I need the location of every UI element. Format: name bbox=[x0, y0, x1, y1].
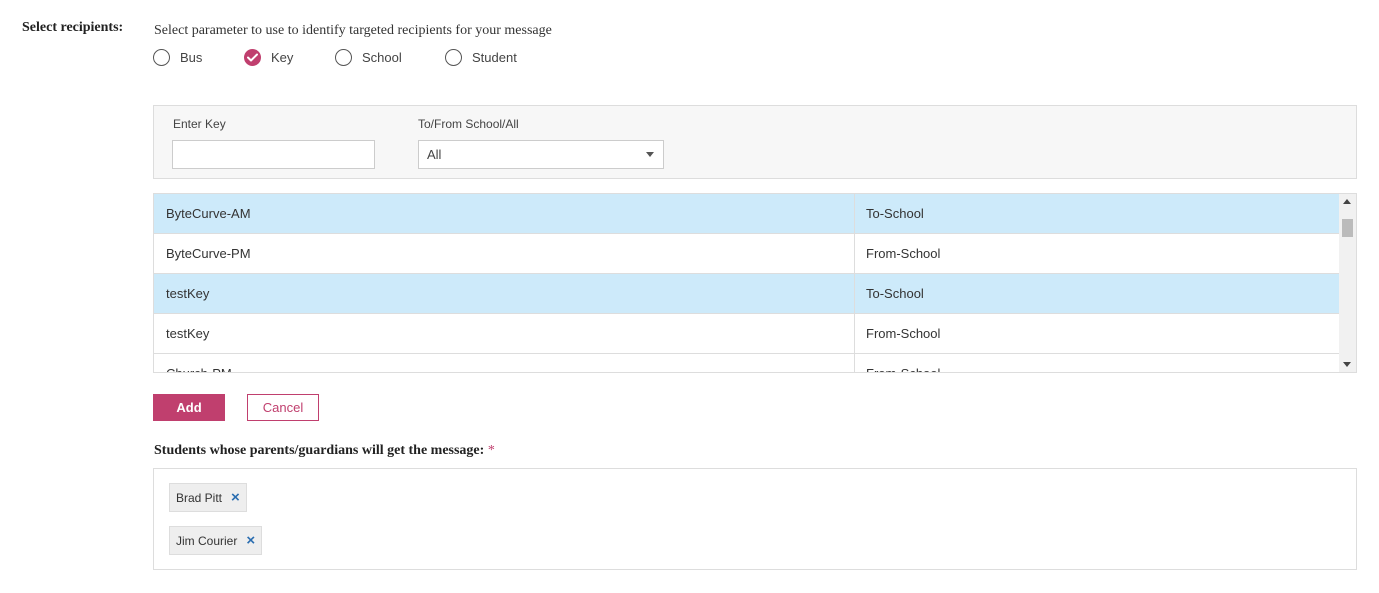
direction-select[interactable]: All bbox=[418, 140, 664, 169]
student-chip: Jim Courier × bbox=[169, 526, 263, 555]
select-recipients-label: Select recipients: bbox=[22, 20, 124, 35]
close-icon[interactable]: × bbox=[246, 532, 255, 549]
direction-filter-label: To/From School/All bbox=[418, 117, 519, 131]
radio-label: Key bbox=[271, 50, 294, 65]
enter-key-input[interactable] bbox=[172, 140, 375, 169]
direction-cell: To-School bbox=[866, 206, 924, 221]
radio-circle[interactable] bbox=[445, 49, 462, 66]
key-cell: ByteCurve-AM bbox=[166, 206, 251, 221]
table-row[interactable]: testKey From-School bbox=[154, 314, 1340, 354]
scroll-thumb[interactable] bbox=[1342, 219, 1353, 237]
radio-school[interactable]: School bbox=[335, 49, 402, 66]
table-row[interactable]: testKey To-School bbox=[154, 274, 1340, 314]
enter-key-label: Enter Key bbox=[173, 117, 226, 131]
caret-down-icon bbox=[646, 152, 654, 157]
radio-label: Bus bbox=[180, 50, 203, 65]
scroll-up-arrow-icon[interactable] bbox=[1343, 199, 1351, 204]
column-divider bbox=[854, 354, 855, 372]
student-chip-name: Brad Pitt bbox=[176, 490, 223, 505]
students-label-text: Students whose parents/guardians will ge… bbox=[154, 443, 485, 458]
radio-circle[interactable] bbox=[335, 49, 352, 66]
student-chip-name: Jim Courier bbox=[176, 533, 238, 548]
direction-cell: To-School bbox=[866, 286, 924, 301]
column-divider bbox=[854, 274, 855, 313]
key-cell: Church-PM bbox=[166, 354, 232, 372]
radio-bus[interactable]: Bus bbox=[153, 49, 202, 66]
key-list-table: ByteCurve-AM To-School ByteCurve-PM From… bbox=[153, 193, 1357, 373]
check-icon bbox=[247, 53, 258, 62]
key-list-rows: ByteCurve-AM To-School ByteCurve-PM From… bbox=[154, 194, 1340, 372]
table-row[interactable]: Church-PM From-School bbox=[154, 354, 1340, 372]
required-marker: * bbox=[487, 443, 495, 458]
scroll-down-arrow-icon[interactable] bbox=[1343, 362, 1351, 367]
radio-label: School bbox=[362, 50, 402, 65]
key-cell: testKey bbox=[166, 286, 210, 301]
column-divider bbox=[854, 194, 855, 233]
key-filter-panel: Enter Key To/From School/All All bbox=[153, 105, 1357, 179]
radio-circle-checked[interactable] bbox=[244, 49, 261, 66]
recipient-instruction: Select parameter to use to identify targ… bbox=[154, 23, 552, 38]
cancel-button[interactable]: Cancel bbox=[247, 394, 319, 421]
column-divider bbox=[854, 234, 855, 273]
column-divider bbox=[854, 314, 855, 353]
student-chip: Brad Pitt × bbox=[169, 483, 247, 512]
table-row[interactable]: ByteCurve-AM To-School bbox=[154, 194, 1340, 234]
direction-cell: From-School bbox=[866, 354, 940, 372]
key-cell: ByteCurve-PM bbox=[166, 246, 251, 261]
students-recipients-label: Students whose parents/guardians will ge… bbox=[154, 443, 495, 459]
close-icon[interactable]: × bbox=[231, 489, 240, 506]
add-button[interactable]: Add bbox=[153, 394, 225, 421]
key-cell: testKey bbox=[166, 326, 210, 341]
radio-circle[interactable] bbox=[153, 49, 170, 66]
direction-cell: From-School bbox=[866, 246, 941, 261]
key-list-scrollbar[interactable] bbox=[1339, 194, 1356, 372]
selected-students-box: Brad Pitt × Jim Courier × bbox=[153, 468, 1357, 570]
direction-cell: From-School bbox=[866, 326, 941, 341]
direction-select-value: All bbox=[427, 147, 442, 162]
table-row[interactable]: ByteCurve-PM From-School bbox=[154, 234, 1340, 274]
radio-student[interactable]: Student bbox=[445, 49, 517, 66]
radio-label: Student bbox=[472, 50, 517, 65]
radio-key[interactable]: Key bbox=[244, 49, 293, 66]
